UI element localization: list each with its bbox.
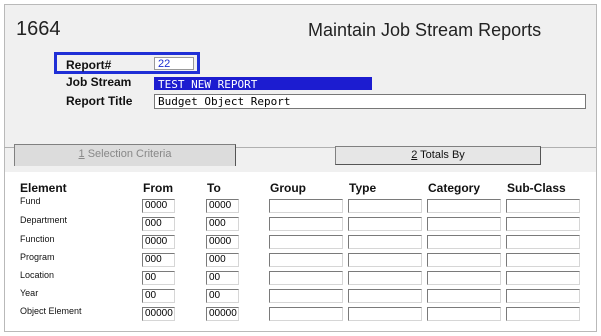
column-header-to: To [207, 181, 221, 195]
column-header-element: Element [20, 181, 67, 195]
column-header-group: Group [270, 181, 306, 195]
subclass-field[interactable] [506, 199, 580, 213]
job-stream-field[interactable]: TEST NEW REPORT [154, 77, 372, 90]
report-number-label: Report# [66, 58, 112, 72]
tab-selection-criteria[interactable]: 1 Selection Criteria [14, 144, 236, 166]
page-title: Maintain Job Stream Reports [308, 20, 542, 40]
column-header-subclass: Sub-Class [507, 181, 566, 195]
to-field[interactable]: 000 [206, 217, 239, 231]
category-field[interactable] [427, 253, 501, 267]
group-field[interactable] [269, 271, 343, 285]
row-label: Object Element [20, 306, 82, 316]
type-field[interactable] [348, 289, 422, 303]
row-label: Fund [20, 196, 41, 206]
type-field[interactable] [348, 253, 422, 267]
column-header-type: Type [349, 181, 377, 195]
category-field[interactable] [427, 199, 501, 213]
from-field[interactable]: 00 [142, 289, 175, 303]
report-title-field[interactable]: Budget Object Report [154, 94, 586, 109]
group-field[interactable] [269, 289, 343, 303]
to-field[interactable]: 00 [206, 289, 239, 303]
screen-id: 1664 [16, 18, 61, 40]
category-field[interactable] [427, 235, 501, 249]
to-field[interactable]: 00 [206, 271, 239, 285]
type-field[interactable] [348, 271, 422, 285]
subclass-field[interactable] [506, 307, 580, 321]
category-field[interactable] [427, 289, 501, 303]
group-field[interactable] [269, 199, 343, 213]
type-field[interactable] [348, 235, 422, 249]
subclass-field[interactable] [506, 271, 580, 285]
group-field[interactable] [269, 307, 343, 321]
type-field[interactable] [348, 217, 422, 231]
row-label: Department [20, 215, 68, 225]
column-header-category: Category [428, 181, 481, 195]
to-field[interactable]: 0000 [206, 235, 239, 249]
type-field[interactable] [348, 199, 422, 213]
report-title-label: Report Title [66, 94, 133, 108]
category-field[interactable] [427, 217, 501, 231]
row-label: Location [20, 270, 55, 280]
category-field[interactable] [427, 271, 501, 285]
row-label: Function [20, 234, 55, 244]
to-field[interactable]: 0000 [206, 199, 239, 213]
column-header-from: From [143, 181, 173, 195]
from-field[interactable]: 0000 [142, 199, 175, 213]
type-field[interactable] [348, 307, 422, 321]
row-label: Program [20, 252, 55, 262]
report-number-field[interactable]: 22 [154, 57, 194, 70]
group-field[interactable] [269, 235, 343, 249]
group-field[interactable] [269, 253, 343, 267]
subclass-field[interactable] [506, 235, 580, 249]
subclass-field[interactable] [506, 289, 580, 303]
subclass-field[interactable] [506, 217, 580, 231]
to-field[interactable]: 000 [206, 253, 239, 267]
job-stream-label: Job Stream [66, 75, 132, 89]
from-field[interactable]: 00000 [142, 307, 175, 321]
from-field[interactable]: 000 [142, 253, 175, 267]
subclass-field[interactable] [506, 253, 580, 267]
from-field[interactable]: 000 [142, 217, 175, 231]
row-label: Year [20, 288, 39, 298]
group-field[interactable] [269, 217, 343, 231]
category-field[interactable] [427, 307, 501, 321]
tab-selection-label: Selection Criteria [84, 148, 172, 160]
from-field[interactable]: 0000 [142, 235, 175, 249]
to-field[interactable]: 00000 [206, 307, 239, 321]
tab-totals-by[interactable]: 2 Totals By [335, 146, 541, 165]
from-field[interactable]: 00 [142, 271, 175, 285]
tab-totals-label: Totals By [417, 149, 465, 161]
